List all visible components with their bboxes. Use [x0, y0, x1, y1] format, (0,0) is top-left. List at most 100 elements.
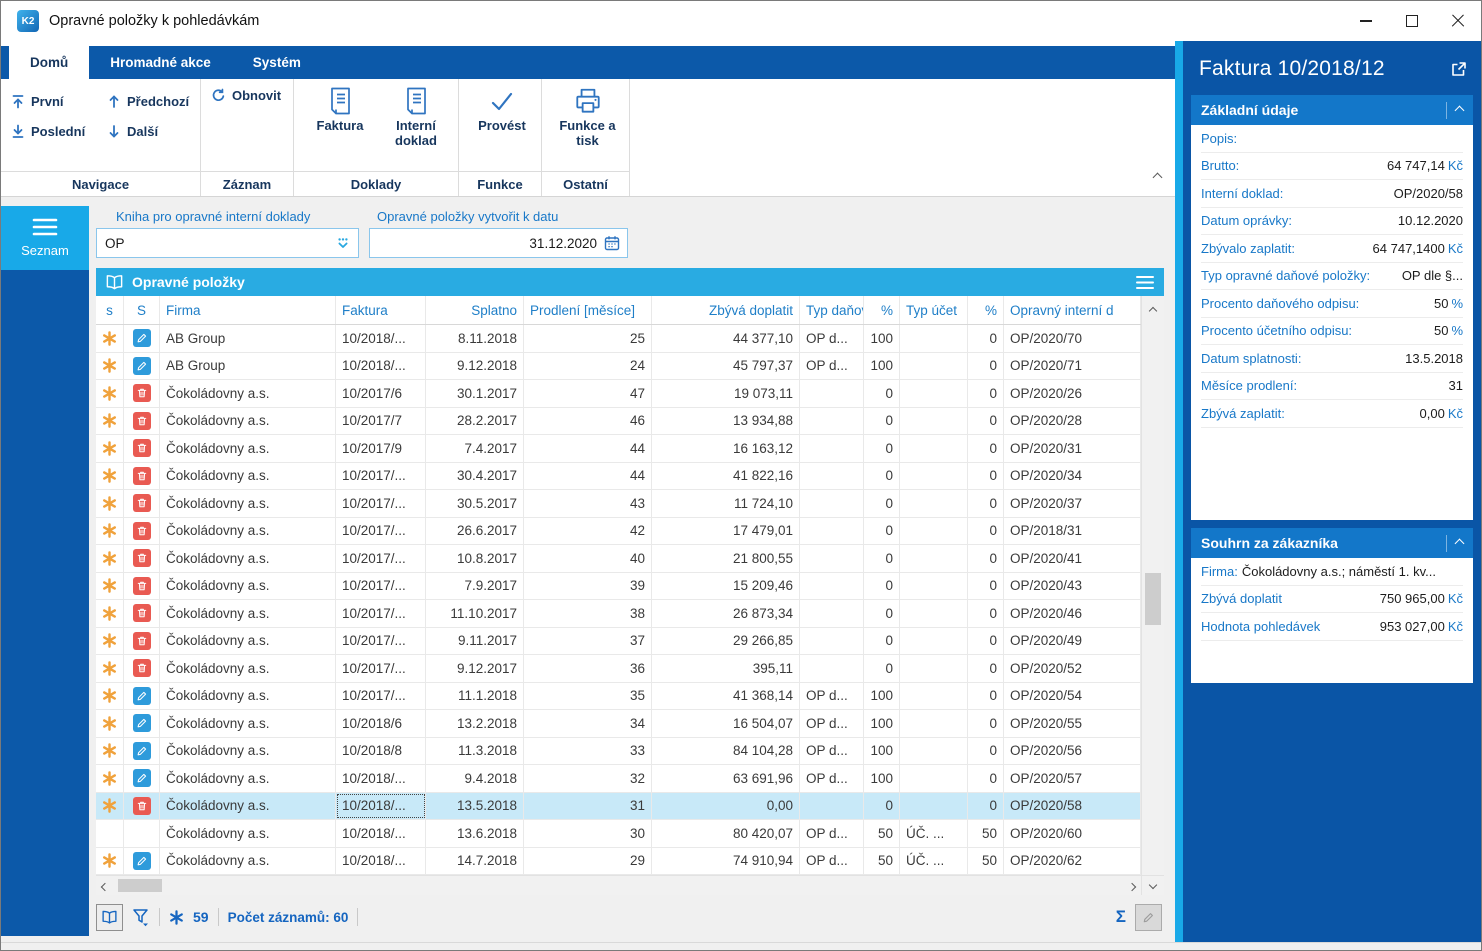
column-header[interactable]: Typ daňov: [800, 296, 864, 324]
open-in-window-icon[interactable]: [1450, 61, 1467, 78]
scroll-right-button[interactable]: [1129, 877, 1135, 895]
scroll-up-button[interactable]: [1150, 296, 1156, 316]
column-header[interactable]: %: [864, 296, 900, 324]
scroll-left-button[interactable]: [102, 877, 108, 895]
sidebar-item-seznam[interactable]: Seznam: [1, 206, 89, 270]
column-header[interactable]: s: [96, 296, 124, 324]
table-row[interactable]: Čokoládovny a.s. 10/2017/7 28.2.2017 46 …: [96, 408, 1141, 436]
collapse-section-button[interactable]: [1446, 535, 1463, 552]
cell-faktura[interactable]: 10/2018/...: [336, 848, 426, 875]
next-button[interactable]: Další: [107, 118, 209, 144]
record-action-cell[interactable]: [124, 490, 160, 517]
invoice-button[interactable]: Faktura: [304, 84, 376, 171]
changed-records-icon[interactable]: [169, 910, 184, 925]
filter-button[interactable]: [132, 908, 150, 927]
record-action-cell[interactable]: [124, 683, 160, 710]
cell-faktura[interactable]: 10/2017/6: [336, 380, 426, 407]
tab-system[interactable]: Systém: [232, 46, 322, 79]
table-row[interactable]: Čokoládovny a.s. 10/2018/... 13.6.2018 3…: [96, 820, 1141, 848]
cell-faktura[interactable]: 10/2018/...: [336, 325, 426, 352]
refresh-button[interactable]: Obnovit: [211, 88, 287, 103]
record-action-cell[interactable]: [124, 765, 160, 792]
record-action-cell[interactable]: [124, 435, 160, 462]
record-action-cell[interactable]: [124, 463, 160, 490]
cell-faktura[interactable]: 10/2017/...: [336, 655, 426, 682]
last-button[interactable]: Poslední: [11, 118, 107, 144]
table-row[interactable]: AB Group 10/2018/... 8.11.2018 25 44 377…: [96, 325, 1141, 353]
minimize-button[interactable]: [1343, 1, 1389, 41]
record-action-cell[interactable]: [124, 628, 160, 655]
column-header[interactable]: %: [968, 296, 1004, 324]
section-header[interactable]: Souhrn za zákazníka: [1191, 528, 1473, 558]
cell-faktura[interactable]: 10/2018/...: [336, 353, 426, 380]
cell-faktura[interactable]: 10/2017/...: [336, 573, 426, 600]
cell-faktura[interactable]: 10/2018/6: [336, 710, 426, 737]
record-action-cell[interactable]: [124, 353, 160, 380]
table-row[interactable]: Čokoládovny a.s. 10/2017/... 26.6.2017 4…: [96, 518, 1141, 546]
ribbon-collapse-button[interactable]: [1154, 168, 1161, 186]
table-row[interactable]: Čokoládovny a.s. 10/2018/... 14.7.2018 2…: [96, 848, 1141, 876]
table-row[interactable]: Čokoládovny a.s. 10/2018/... 13.5.2018 3…: [96, 793, 1141, 821]
record-action-cell[interactable]: [124, 848, 160, 875]
vertical-scroll-track[interactable]: [1142, 316, 1164, 875]
record-action-cell[interactable]: [124, 545, 160, 572]
record-action-cell[interactable]: [124, 518, 160, 545]
column-header[interactable]: Firma: [160, 296, 336, 324]
cell-faktura[interactable]: 10/2017/...: [336, 545, 426, 572]
panel-divider[interactable]: [1175, 41, 1183, 942]
record-action-cell[interactable]: [124, 380, 160, 407]
record-action-cell[interactable]: [124, 655, 160, 682]
table-row[interactable]: Čokoládovny a.s. 10/2017/... 10.8.2017 4…: [96, 545, 1141, 573]
table-row[interactable]: Čokoládovny a.s. 10/2017/... 30.4.2017 4…: [96, 463, 1141, 491]
column-header[interactable]: Zbývá doplatit: [652, 296, 800, 324]
record-action-cell[interactable]: [124, 738, 160, 765]
column-header[interactable]: S: [124, 296, 160, 324]
cell-faktura[interactable]: 10/2018/8: [336, 738, 426, 765]
tab-hromadne-akce[interactable]: Hromadné akce: [89, 46, 232, 79]
table-row[interactable]: Čokoládovny a.s. 10/2017/... 30.5.2017 4…: [96, 490, 1141, 518]
record-action-cell[interactable]: [124, 573, 160, 600]
collapse-section-button[interactable]: [1446, 102, 1463, 119]
record-action-cell[interactable]: [124, 408, 160, 435]
table-row[interactable]: Čokoládovny a.s. 10/2017/9 7.4.2017 44 1…: [96, 435, 1141, 463]
date-input[interactable]: 31.12.2020: [369, 228, 628, 258]
section-header[interactable]: Základní údaje: [1191, 95, 1473, 125]
calendar-icon[interactable]: [604, 235, 620, 251]
table-row[interactable]: Čokoládovny a.s. 10/2018/8 11.3.2018 33 …: [96, 738, 1141, 766]
book-view-button[interactable]: [96, 904, 123, 931]
column-header[interactable]: Typ účet: [900, 296, 968, 324]
record-action-cell[interactable]: [124, 710, 160, 737]
vertical-scrollbar[interactable]: [1141, 296, 1164, 875]
dropdown-icon[interactable]: [335, 236, 351, 251]
table-row[interactable]: Čokoládovny a.s. 10/2017/... 11.1.2018 3…: [96, 683, 1141, 711]
cell-faktura[interactable]: 10/2017/...: [336, 628, 426, 655]
cell-faktura[interactable]: 10/2017/...: [336, 518, 426, 545]
record-action-cell[interactable]: [124, 325, 160, 352]
table-row[interactable]: Čokoládovny a.s. 10/2017/6 30.1.2017 47 …: [96, 380, 1141, 408]
functions-print-button[interactable]: Funkce a tisk: [552, 84, 623, 171]
table-row[interactable]: Čokoládovny a.s. 10/2017/... 9.11.2017 3…: [96, 628, 1141, 656]
vertical-scroll-thumb[interactable]: [1145, 573, 1161, 625]
cell-faktura[interactable]: 10/2017/...: [336, 600, 426, 627]
cell-faktura[interactable]: 10/2017/9: [336, 435, 426, 462]
table-row[interactable]: Čokoládovny a.s. 10/2017/... 11.10.2017 …: [96, 600, 1141, 628]
quick-edit-button[interactable]: [1135, 904, 1162, 931]
horizontal-scroll-thumb[interactable]: [118, 879, 162, 892]
table-row[interactable]: Čokoládovny a.s. 10/2017/... 7.9.2017 39…: [96, 573, 1141, 601]
record-action-cell[interactable]: [124, 600, 160, 627]
internal-document-button[interactable]: Interní doklad: [380, 84, 452, 171]
cell-faktura[interactable]: 10/2018/...: [336, 793, 426, 820]
table-row[interactable]: Čokoládovny a.s. 10/2017/... 9.12.2017 3…: [96, 655, 1141, 683]
cell-faktura[interactable]: 10/2017/7: [336, 408, 426, 435]
column-header[interactable]: Opravný interní d: [1004, 296, 1141, 324]
scroll-down-button[interactable]: [1141, 876, 1164, 895]
cell-faktura[interactable]: 10/2017/...: [336, 683, 426, 710]
record-action-cell[interactable]: [124, 820, 160, 847]
horizontal-scrollbar[interactable]: [96, 876, 1141, 895]
table-row[interactable]: Čokoládovny a.s. 10/2018/... 9.4.2018 32…: [96, 765, 1141, 793]
book-select[interactable]: OP: [96, 228, 359, 258]
panel-menu-icon[interactable]: [1135, 275, 1155, 290]
column-header[interactable]: Splatno: [426, 296, 524, 324]
cell-faktura[interactable]: 10/2018/...: [336, 765, 426, 792]
previous-button[interactable]: Předchozí: [107, 88, 209, 114]
